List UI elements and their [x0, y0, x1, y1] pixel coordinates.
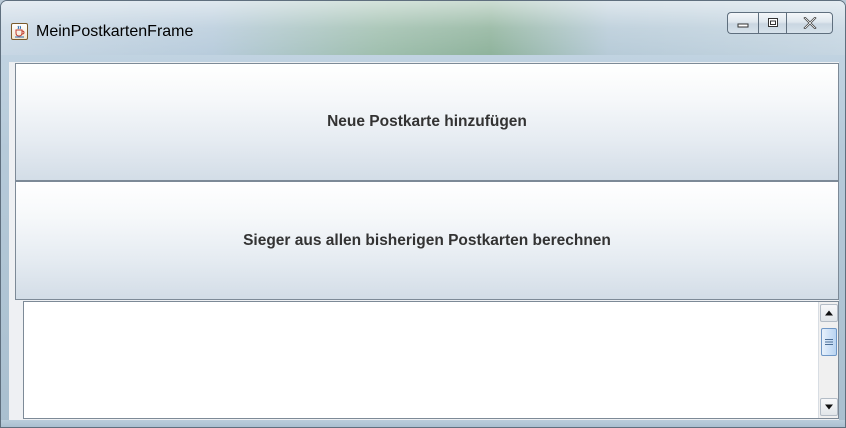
output-scroll-pane — [23, 301, 839, 419]
compute-winner-button[interactable]: Sieger aus allen bisherigen Postkarten b… — [15, 181, 839, 300]
grip-icon — [825, 339, 833, 345]
minimize-icon — [737, 23, 749, 28]
arrow-up-icon — [825, 310, 833, 316]
app-window: MeinPostkartenFrame Neue Postkarte hinzu… — [0, 0, 846, 428]
window-title: MeinPostkartenFrame — [36, 23, 194, 40]
title-bar[interactable]: MeinPostkartenFrame — [1, 1, 845, 55]
scroll-thumb[interactable] — [821, 328, 837, 356]
maximize-icon — [767, 18, 778, 27]
scroll-down-button[interactable] — [820, 398, 838, 416]
close-button[interactable] — [786, 12, 833, 34]
minimize-button[interactable] — [727, 12, 758, 34]
maximize-button[interactable] — [758, 12, 786, 34]
arrow-down-icon — [825, 404, 833, 410]
scroll-up-button[interactable] — [820, 304, 838, 322]
vertical-scrollbar[interactable] — [818, 302, 838, 418]
java-cup-icon[interactable] — [11, 23, 28, 40]
caption-buttons — [727, 12, 833, 34]
window-bottom-border — [1, 420, 845, 427]
close-icon — [802, 17, 817, 29]
output-text-area[interactable] — [24, 302, 818, 418]
add-postcard-button[interactable]: Neue Postkarte hinzufügen — [15, 63, 839, 181]
